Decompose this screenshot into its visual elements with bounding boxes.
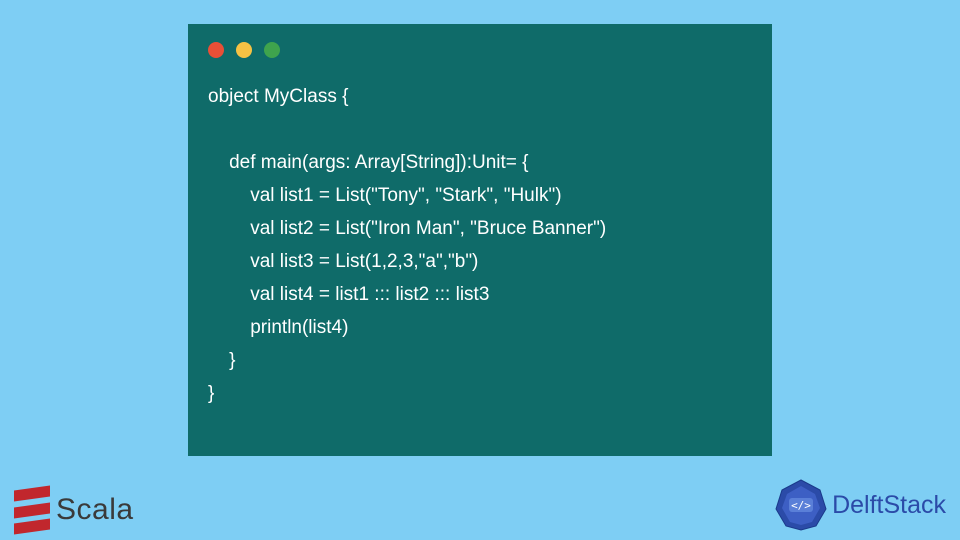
code-line: def main(args: Array[String]):Unit= { [208,152,529,173]
code-window: object MyClass { def main(args: Array[St… [188,24,772,456]
code-line: object MyClass { [208,86,348,107]
scala-bar [14,502,50,518]
code-line: println(list4) [208,317,348,338]
code-block: object MyClass { def main(args: Array[St… [208,80,752,410]
svg-text:</>: </> [791,499,811,512]
delftstack-logo: </> DelftStack [774,478,946,532]
window-controls [208,42,752,58]
close-icon [208,42,224,58]
scala-bar [14,485,50,501]
maximize-icon [264,42,280,58]
code-line: } [208,383,214,404]
minimize-icon [236,42,252,58]
delftstack-label: DelftStack [832,491,946,520]
code-line: val list2 = List("Iron Man", "Bruce Bann… [208,218,606,239]
scala-icon [14,488,50,532]
delftstack-icon: </> [774,478,828,532]
code-line: val list4 = list1 ::: list2 ::: list3 [208,284,489,305]
code-line: val list1 = List("Tony", "Stark", "Hulk"… [208,185,562,206]
scala-label: Scala [56,493,134,527]
code-line: val list3 = List(1,2,3,"a","b") [208,251,478,272]
scala-bar [14,518,50,534]
code-line: } [208,350,235,371]
scala-logo: Scala [14,488,134,532]
